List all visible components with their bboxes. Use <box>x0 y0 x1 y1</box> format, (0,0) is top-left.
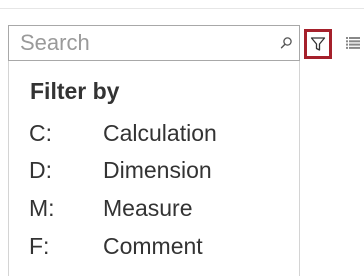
filter-option-label: Measure <box>103 195 193 221</box>
filter-option-label: Calculation <box>103 120 217 146</box>
filter-icon <box>310 37 326 51</box>
search-icon[interactable] <box>279 36 293 50</box>
filter-option-key: F: <box>29 233 50 259</box>
filter-option-key: D: <box>29 157 52 183</box>
filter-option-label: Comment <box>103 233 203 259</box>
filter-option-key: C: <box>29 120 52 146</box>
list-view-icon[interactable] <box>346 37 360 49</box>
top-divider <box>0 8 364 9</box>
search-input[interactable] <box>10 27 274 59</box>
filter-option-dimension[interactable]: D: Dimension <box>9 157 299 193</box>
search-box[interactable] <box>8 25 300 61</box>
filter-option-key: M: <box>29 195 55 221</box>
filter-option-comment[interactable]: F: Comment <box>9 233 299 269</box>
filter-option-label: Dimension <box>103 157 212 183</box>
filter-option-measure[interactable]: M: Measure <box>9 195 299 231</box>
filter-dropdown: Filter by C: Calculation D: Dimension M:… <box>8 61 300 276</box>
filter-dropdown-title: Filter by <box>30 78 120 104</box>
filter-button[interactable] <box>304 29 332 59</box>
filter-option-calculation[interactable]: C: Calculation <box>9 120 299 156</box>
